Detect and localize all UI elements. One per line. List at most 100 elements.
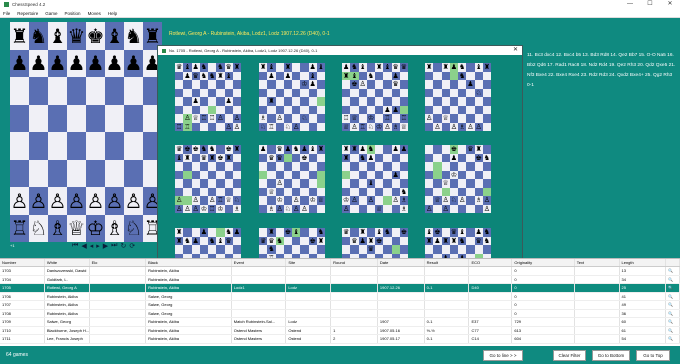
board-square[interactable] (48, 77, 67, 105)
board-square[interactable] (29, 104, 48, 132)
board-square[interactable]: ♙ (48, 187, 67, 215)
mini-board[interactable]: ♜ ♝ ♜ ♟ ♝ ♟ ♟ ♝ ♔ ♟ ♜ ♗ ♙ ♘ ♘ ♖ ♘ ♙ (259, 63, 325, 131)
go-to-bottom-button[interactable]: Go to Bottom (592, 350, 630, 361)
search-icon[interactable]: 🔍 (666, 301, 680, 309)
board-square[interactable]: ♛ (67, 22, 86, 50)
move-text[interactable]: 11. Bc3 dxc4 12. Bxc4 b5 13. Bd3 Rd8 14.… (527, 51, 677, 91)
board-square[interactable] (10, 132, 29, 160)
col-round[interactable]: Round (331, 259, 378, 266)
main-chessboard[interactable]: ♜ ♞ ♝ ♛ ♚ ♝ ♞ ♜ ♟ ♟ ♟ ♟ ♟ ♟ ♟ ♟ ♙ ♙ ♙ ♙ ♙ ♙ ♙ ♙ ♖ ♘ ♗ ♕ ♔ ♗ ♘ ♖ (10, 22, 162, 242)
col-originality[interactable]: Originality (512, 259, 575, 266)
board-square[interactable]: ♙ (86, 187, 105, 215)
table-row[interactable]: 1704 Goldfarb, L. Rubinstein, Akiba 0 34 🔍 (0, 275, 680, 284)
table-row[interactable]: 1705 Rotlewi, Georg A Rubinstein, Akiba Lod… (0, 284, 680, 293)
col-result[interactable]: Result (425, 259, 470, 266)
search-icon[interactable]: 🔍 (666, 275, 680, 283)
board-square[interactable] (124, 132, 143, 160)
board-square[interactable] (10, 104, 29, 132)
popup-close-button[interactable]: ✕ (513, 46, 518, 55)
board-square[interactable]: ♔ (86, 214, 105, 242)
mini-board[interactable]: ♜ ♜ ♟ ♞ ♝ ♜ ♞ ♟ ♘ ♙ ♕ ♙ ♙ ♗ ♙ ♙ (425, 63, 491, 131)
board-square[interactable]: ♗ (105, 214, 124, 242)
clear-filter-button[interactable]: Clear Filter (553, 350, 586, 361)
search-icon[interactable]: 🔍 (666, 284, 680, 292)
first-move-icon[interactable]: ⏮ (72, 242, 78, 250)
board-square[interactable] (124, 77, 143, 105)
next-move-icon[interactable]: ▶ (103, 242, 108, 250)
menu-moves[interactable]: Moves (88, 11, 101, 16)
mini-board[interactable]: ♚ ♛ ♜ ♟ ♚ ♞ ♔ ♕ ♕ ♙ ♘ ♙ ♗ ♙ ♙ ♙ ♙ (425, 145, 491, 213)
search-icon[interactable]: 🔍 (666, 326, 680, 334)
board-square[interactable]: ♕ (67, 214, 86, 242)
board-square[interactable] (105, 77, 124, 105)
board-square[interactable]: ♘ (29, 214, 48, 242)
board-square[interactable] (48, 132, 67, 160)
prev-move-icon[interactable]: ◀ (81, 242, 86, 250)
board-square[interactable]: ♟ (10, 49, 29, 77)
board-square[interactable] (86, 159, 105, 187)
board-square[interactable]: ♟ (124, 49, 143, 77)
mini-board[interactable]: ♟ ♛ ♟ ♞ ♟ ♝ ♜ ♛ ♛ ♚ ♙ ♕ ♔ ♙ ♔ ♕ ♗ ♙ ♘ ♙ ♙ (259, 145, 325, 213)
col-event[interactable]: Event (232, 259, 287, 266)
col-site[interactable]: Site (286, 259, 332, 266)
board-square[interactable]: ♘ (124, 214, 143, 242)
last-move-icon[interactable]: ⏭ (111, 242, 117, 250)
board-square[interactable] (105, 132, 124, 160)
rotate-icon[interactable]: ⟳ (129, 242, 135, 250)
close-button[interactable]: ✕ (660, 0, 680, 9)
col-text[interactable]: Text (575, 259, 620, 266)
go-to-line-button[interactable]: Go to line > > (483, 350, 523, 361)
col-black[interactable]: Black (146, 259, 232, 266)
col-number[interactable]: Number (0, 259, 45, 266)
col-eco[interactable]: ECO (469, 259, 513, 266)
search-icon[interactable]: 🔍 (666, 335, 680, 343)
board-square[interactable] (67, 104, 86, 132)
col-white[interactable]: White (45, 259, 90, 266)
table-row[interactable]: 1703 Daniszczewski, Dawid Rubinstein, Akib… (0, 267, 680, 276)
board-square[interactable] (10, 159, 29, 187)
go-to-top-button[interactable]: Go to Top (636, 350, 670, 361)
minimize-button[interactable]: — (620, 0, 640, 9)
table-row[interactable]: 1710 Blackburne, Joseph H... Rubinstein, A… (0, 326, 680, 335)
board-square[interactable]: ♟ (29, 49, 48, 77)
next-step-icon[interactable]: ▸ (96, 242, 100, 250)
search-icon[interactable]: 🔍 (666, 267, 680, 275)
maximize-button[interactable]: ☐ (640, 0, 660, 9)
search-icon[interactable]: 🔍 (666, 309, 680, 317)
col-date[interactable]: Date (378, 259, 425, 266)
board-square[interactable]: ♝ (48, 22, 67, 50)
table-row[interactable]: 1709 Salwe, Georg Rubinstein, Akiba Match R… (0, 318, 680, 327)
board-square[interactable]: ♙ (124, 187, 143, 215)
board-square[interactable] (124, 159, 143, 187)
board-square[interactable]: ♙ (29, 187, 48, 215)
board-square[interactable] (86, 132, 105, 160)
menu-position[interactable]: Position (65, 11, 81, 16)
board-square[interactable]: ♟ (105, 49, 124, 77)
prev-step-icon[interactable]: ◂ (90, 242, 94, 250)
board-square[interactable]: ♟ (67, 49, 86, 77)
mini-board[interactable]: ♛ ♚ ♚ ♞ ♞ ♚ ♜ ♝ ♜ ♛ ♜ ♚ ♜ ♙ ♙ ♙ ♖ ♕ ♘ ♙ ♙ ♙ ♔ ♖ ♔ ♗ (175, 145, 241, 213)
board-square[interactable]: ♙ (10, 187, 29, 215)
col-white-elo[interactable]: Elo (90, 259, 147, 266)
board-square[interactable]: ♟ (86, 49, 105, 77)
board-square[interactable]: ♟ (48, 49, 67, 77)
board-square[interactable] (29, 132, 48, 160)
board-square[interactable] (105, 104, 124, 132)
board-square[interactable]: ♜ (10, 22, 29, 50)
col-length[interactable]: Length (620, 259, 667, 266)
board-square[interactable] (67, 132, 86, 160)
board-square[interactable]: ♙ (105, 187, 124, 215)
board-square[interactable] (29, 77, 48, 105)
board-square[interactable] (67, 77, 86, 105)
board-square[interactable] (48, 159, 67, 187)
mini-board[interactable]: ♜ ♜ ♟ ♞ ♟ ♟ ♜ ♞ ♟ ♟ ♝ ♞ ♔ ♙ ♙ ♙ ♗ ♙ ♕ ♗ (342, 145, 408, 213)
search-icon[interactable]: 🔍 (666, 292, 680, 300)
board-square[interactable] (86, 77, 105, 105)
menu-game[interactable]: Game (45, 11, 57, 16)
table-row[interactable]: 1706 Rubinstein, Akiba Salwe, Georg 0 41 🔍 (0, 292, 680, 301)
board-square[interactable] (10, 77, 29, 105)
flip-icon[interactable]: ↻ (120, 242, 126, 250)
board-square[interactable]: ♞ (124, 22, 143, 50)
table-row[interactable]: 1707 Rubinstein, Akiba Salwe, Georg 0 49 🔍 (0, 301, 680, 310)
board-square[interactable]: ♖ (10, 214, 29, 242)
